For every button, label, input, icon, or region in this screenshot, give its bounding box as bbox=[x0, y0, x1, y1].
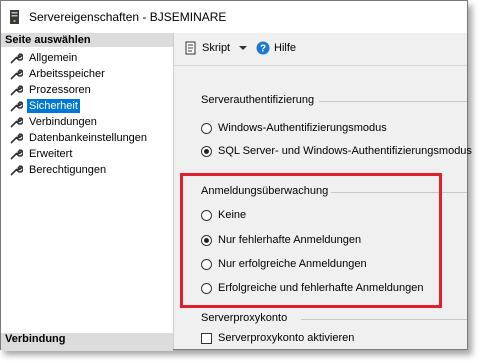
script-label: Skript bbox=[202, 42, 231, 54]
radio-label: SQL Server- und Windows-Authentifizierun… bbox=[218, 145, 472, 157]
sidebar-item-sicherheit[interactable]: Sicherheit bbox=[9, 99, 80, 113]
script-icon bbox=[185, 41, 196, 55]
proxy-divider bbox=[301, 319, 467, 320]
sidebar-footer-connection: Verbindung bbox=[1, 333, 173, 351]
sidebar-item-allgemein[interactable]: Allgemein bbox=[9, 51, 79, 65]
annotation-highlight-box bbox=[180, 173, 442, 308]
help-label: Hilfe bbox=[274, 42, 297, 54]
proxy-enable-checkbox[interactable]: Serverproxykonto aktivieren bbox=[201, 332, 354, 344]
dropdown-arrow-icon[interactable] bbox=[238, 44, 248, 52]
checkbox[interactable] bbox=[201, 332, 212, 344]
server-auth-divider bbox=[319, 101, 467, 102]
window-title: Servereigenschaften - BJSEMINARE bbox=[29, 10, 227, 24]
radio-mixed-auth[interactable]: SQL Server- und Windows-Authentifizierun… bbox=[201, 145, 472, 157]
script-button[interactable]: Skript bbox=[184, 41, 248, 55]
sidebar-item-erweitert[interactable]: Erweitert bbox=[9, 147, 74, 161]
server-auth-title: Serverauthentifizierung bbox=[201, 94, 315, 106]
sidebar-item-berechtigungen[interactable]: Berechtigungen bbox=[9, 163, 108, 177]
sidebar-item-label: Prozessoren bbox=[29, 84, 91, 96]
sidebar-item-arbeitsspeicher[interactable]: Arbeitsspeicher bbox=[9, 67, 107, 81]
wrench-icon bbox=[10, 165, 23, 176]
wrench-icon bbox=[10, 69, 23, 80]
sidebar-item-label: Datenbankeinstellungen bbox=[29, 132, 148, 144]
sidebar-item-label: Erweitert bbox=[29, 148, 73, 160]
checkbox-label: Serverproxykonto aktivieren bbox=[218, 332, 355, 344]
sidebar-item-label: Berechtigungen bbox=[29, 164, 107, 176]
proxy-title: Serverproxykonto bbox=[201, 312, 288, 324]
sidebar-item-prozessoren[interactable]: Prozessoren bbox=[9, 83, 93, 97]
title-bar: Servereigenschaften - BJSEMINARE bbox=[1, 1, 467, 33]
sidebar-item-label: Sicherheit bbox=[27, 99, 80, 113]
wrench-icon bbox=[10, 53, 23, 64]
page-select-sidebar: Seite auswählen Allgemein Arbeitsspeiche… bbox=[1, 33, 174, 351]
sidebar-item-label: Arbeitsspeicher bbox=[29, 68, 105, 80]
properties-window: Servereigenschaften - BJSEMINARE Seite a… bbox=[0, 0, 472, 351]
sidebar-item-verbindungen[interactable]: Verbindungen bbox=[9, 115, 99, 129]
sidebar-item-label: Allgemein bbox=[29, 52, 78, 64]
wrench-icon bbox=[10, 133, 23, 144]
wrench-icon bbox=[10, 85, 23, 96]
svg-text:?: ? bbox=[260, 44, 266, 55]
toolbar: Skript ? Hilfe bbox=[174, 33, 467, 66]
radio-windows-auth[interactable]: Windows-Authentifizierungsmodus bbox=[201, 122, 387, 134]
wrench-icon bbox=[10, 101, 23, 112]
sidebar-item-datenbankeinstellungen[interactable]: Datenbankeinstellungen bbox=[9, 131, 149, 145]
help-icon: ? bbox=[256, 41, 270, 55]
radio-button[interactable] bbox=[201, 122, 212, 134]
radio-button[interactable] bbox=[201, 145, 212, 157]
wrench-icon bbox=[10, 149, 23, 160]
wrench-icon bbox=[10, 117, 23, 128]
server-icon bbox=[10, 10, 19, 24]
sidebar-header: Seite auswählen bbox=[1, 33, 173, 47]
sidebar-item-label: Verbindungen bbox=[29, 116, 97, 128]
radio-label: Windows-Authentifizierungsmodus bbox=[218, 122, 387, 134]
help-button[interactable]: ? Hilfe bbox=[256, 41, 296, 55]
